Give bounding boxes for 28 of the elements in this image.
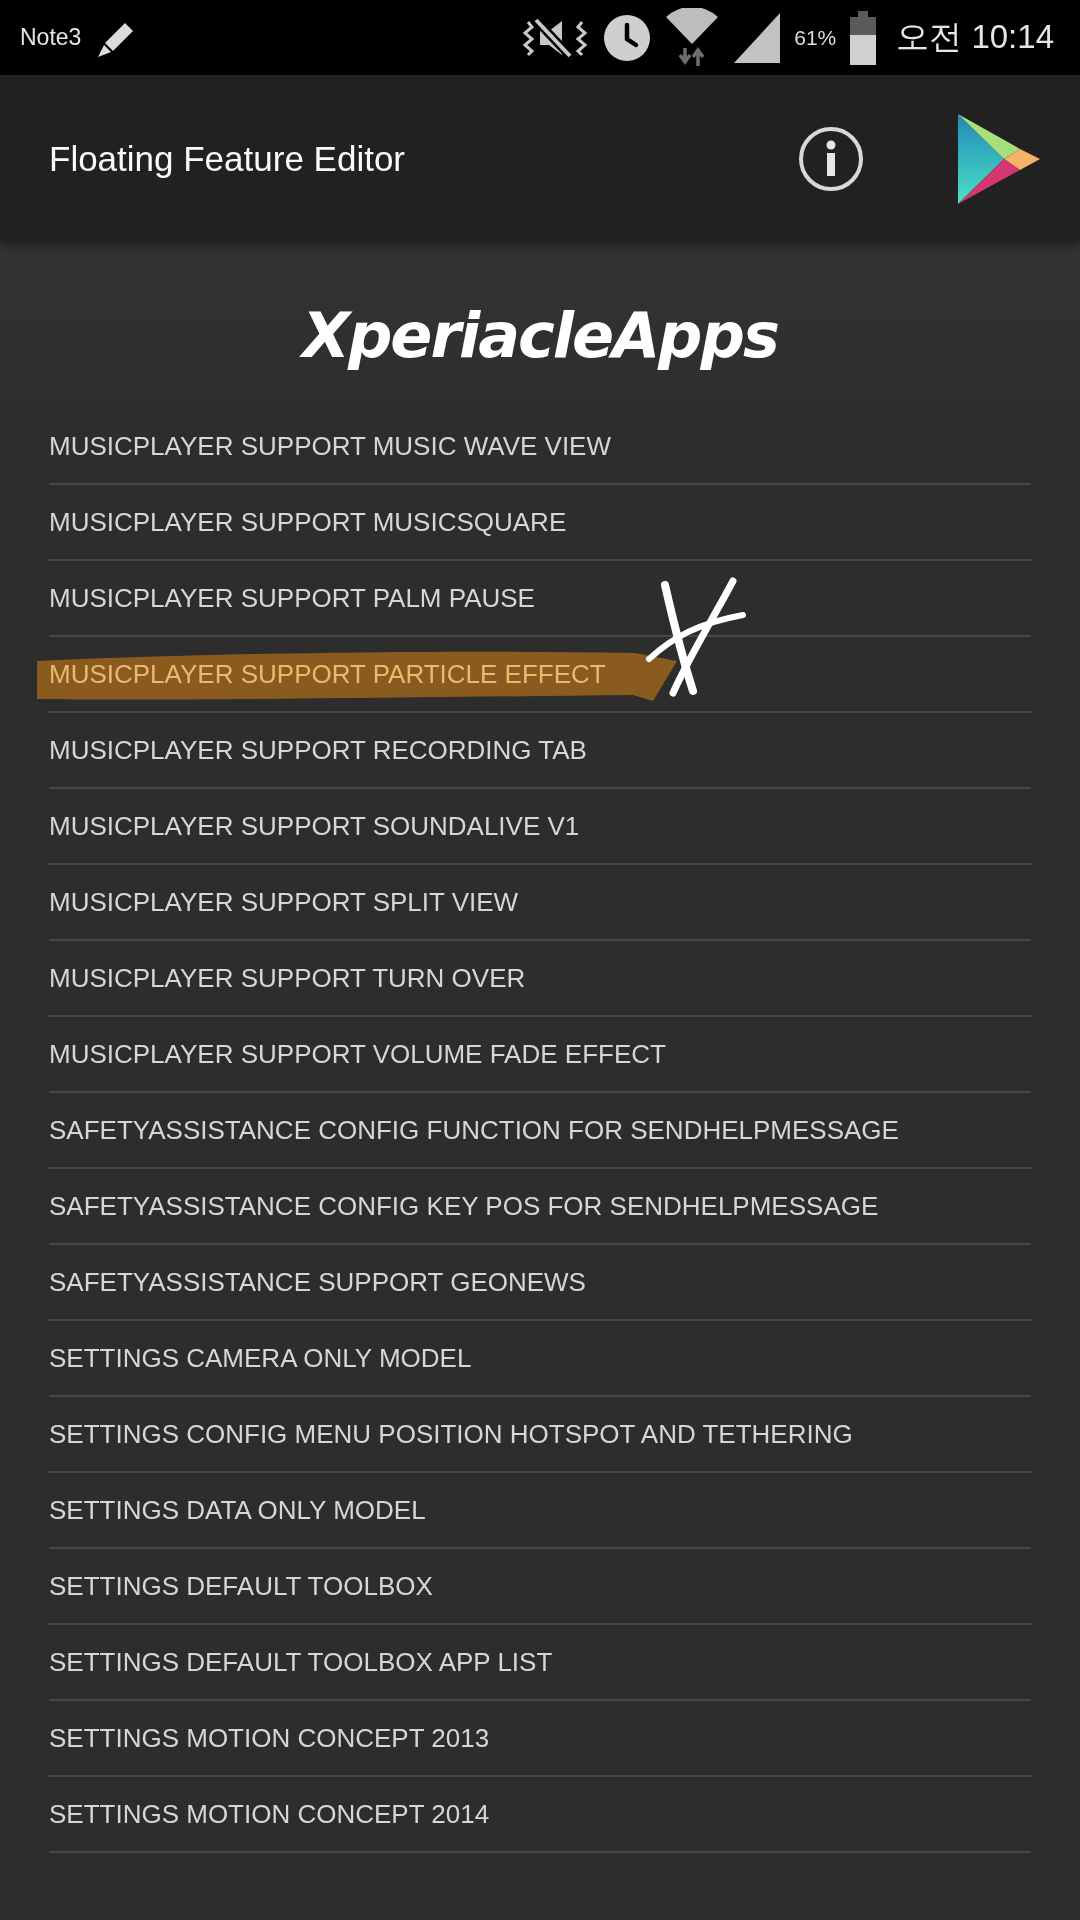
wifi-data-icon xyxy=(664,7,721,68)
feature-item[interactable]: MUSICPLAYER SUPPORT MUSIC WAVE VIEW xyxy=(49,430,611,462)
alarm-clock-icon xyxy=(604,14,651,61)
feature-item[interactable]: MUSICPLAYER SUPPORT TURN OVER xyxy=(49,962,526,994)
feature-item[interactable]: SAFETYASSISTANCE CONFIG KEY POS FOR SENDHELPMESSAGE xyxy=(49,1190,879,1222)
feature-item[interactable]: MUSICPLAYER SUPPORT RECORDING TAB xyxy=(49,734,587,766)
app-title: Floating Feature Editor xyxy=(49,138,405,179)
feature-item[interactable]: SAFETYASSISTANCE SUPPORT GEONEWS xyxy=(49,1266,586,1298)
feature-item[interactable]: MUSICPLAYER SUPPORT MUSICSQUARE xyxy=(49,506,567,538)
feature-item[interactable]: SETTINGS DATA ONLY MODEL xyxy=(49,1494,426,1526)
battery-percent: 61% xyxy=(794,25,837,50)
play-store-icon[interactable] xyxy=(956,111,1042,206)
cell-signal-icon xyxy=(734,12,781,63)
clock-time: 오전 10:14 xyxy=(896,17,1054,57)
info-icon[interactable] xyxy=(798,125,864,192)
feature-item[interactable]: MUSICPLAYER SUPPORT SOUNDALIVE V1 xyxy=(49,810,580,842)
feature-item[interactable]: MUSICPLAYER SUPPORT SPLIT VIEW xyxy=(49,886,519,918)
feature-item[interactable]: SETTINGS MOTION CONCEPT 2013 xyxy=(49,1722,490,1754)
feature-item[interactable]: SETTINGS CONFIG MENU POSITION HOTSPOT AND TETHERING xyxy=(49,1418,853,1450)
feature-item[interactable]: MUSICPLAYER SUPPORT PALM PAUSE xyxy=(49,582,535,614)
device-label: Note3 xyxy=(20,24,82,51)
feature-item[interactable]: SETTINGS DEFAULT TOOLBOX APP LIST xyxy=(49,1646,553,1678)
feature-item[interactable]: SETTINGS CAMERA ONLY MODEL xyxy=(49,1342,472,1374)
feature-item[interactable]: SAFETYASSISTANCE CONFIG FUNCTION FOR SENDHELPMESSAGE xyxy=(49,1114,899,1146)
feature-item[interactable]: SETTINGS MOTION CONCEPT 2014 xyxy=(49,1798,490,1830)
feature-item[interactable]: SETTINGS DEFAULT TOOLBOX xyxy=(49,1570,433,1602)
battery-icon xyxy=(850,10,877,65)
feature-item[interactable]: MUSICPLAYER SUPPORT VOLUME FADE EFFECT xyxy=(49,1038,666,1070)
